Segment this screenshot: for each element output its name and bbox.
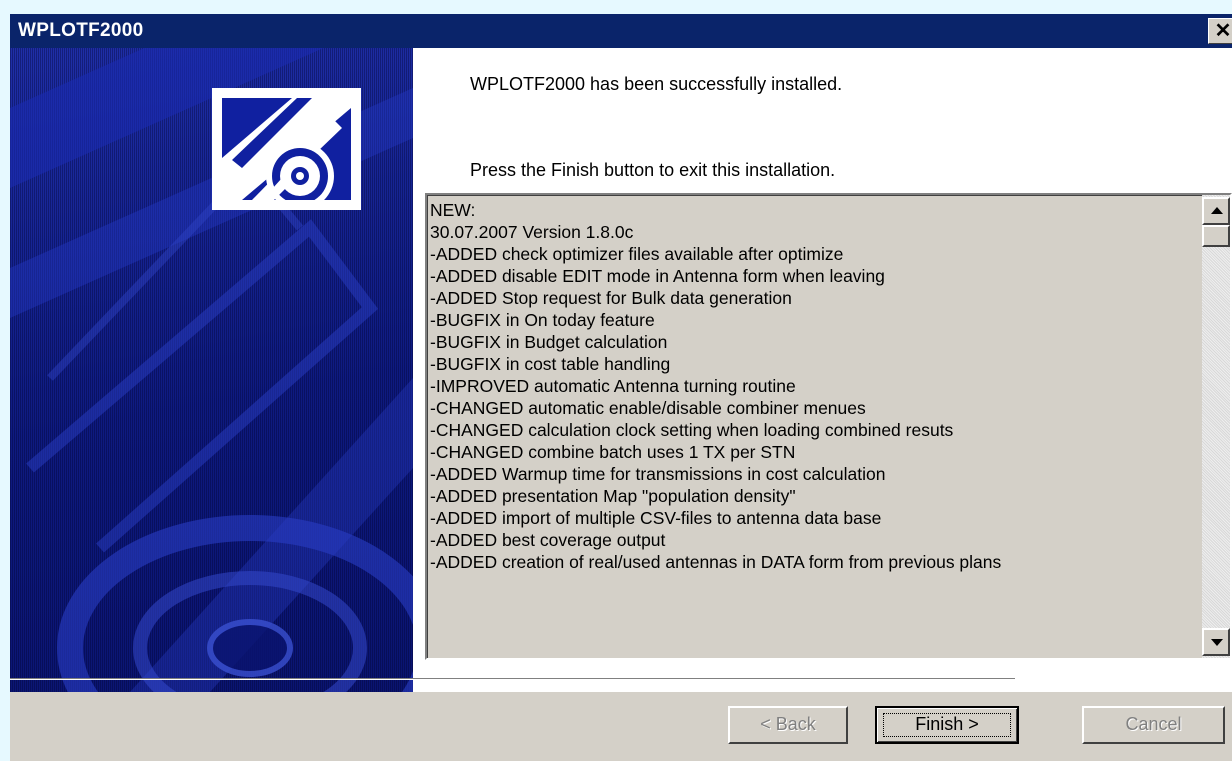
finish-button[interactable]: Finish > [875,706,1019,744]
installer-window: WPLOTF2000 ✕ WPLOTF2000 has been success… [10,14,1232,761]
button-area-divider [10,678,1015,680]
release-notes-text: NEW: 30.07.2007 Version 1.8.0c -ADDED ch… [430,199,1180,573]
close-button[interactable]: ✕ [1208,18,1232,44]
release-note-line: -ADDED best coverage output [430,530,666,550]
release-note-line: -BUGFIX in cost table handling [430,354,671,374]
release-note-line: 30.07.2007 Version 1.8.0c [430,222,634,242]
release-note-line: -ADDED Stop request for Bulk data genera… [430,288,792,308]
release-note-line: -BUGFIX in On today feature [430,310,655,330]
window-title: WPLOTF2000 [18,20,144,41]
install-success-message: WPLOTF2000 has been successfully install… [470,74,843,94]
finish-button-label: Finish > [915,714,979,734]
release-note-line: -ADDED Warmup time for transmissions in … [430,464,886,484]
release-notes-textbox[interactable]: NEW: 30.07.2007 Version 1.8.0c -ADDED ch… [425,193,1232,660]
scroll-down-arrow-icon [1211,639,1223,646]
back-button-label: < Back [760,714,816,734]
release-note-line: NEW: [430,200,476,220]
release-notes-scrollbar[interactable] [1202,195,1230,658]
cancel-button[interactable]: Cancel [1082,706,1225,744]
scroll-down-button[interactable] [1202,628,1230,656]
release-note-line: -BUGFIX in Budget calculation [430,332,668,352]
content-panel: WPLOTF2000 has been successfully install… [413,48,1232,692]
back-button[interactable]: < Back [728,706,848,744]
scroll-up-arrow-icon [1211,207,1223,214]
scroll-up-button[interactable] [1202,197,1230,225]
cancel-button-label: Cancel [1125,714,1182,734]
release-note-line: -ADDED check optimizer files available a… [430,244,844,264]
release-note-line: -ADDED creation of real/used antennas in… [430,552,1002,572]
installer-cd-logo-icon [212,88,361,210]
release-note-line: -ADDED disable EDIT mode in Antenna form… [430,266,885,286]
release-note-line: -IMPROVED automatic Antenna turning rout… [430,376,796,396]
scroll-thumb[interactable] [1202,225,1230,247]
installer-side-graphic [10,48,413,692]
close-icon: ✕ [1214,20,1232,42]
finish-instruction-message: Press the Finish button to exit this ins… [470,160,836,180]
release-note-line: -CHANGED calculation clock setting when … [430,420,954,440]
title-bar[interactable]: WPLOTF2000 ✕ [10,14,1232,48]
release-note-line: -ADDED presentation Map "population dens… [430,486,796,506]
release-note-line: -ADDED import of multiple CSV-files to a… [430,508,882,528]
release-note-line: -CHANGED combine batch uses 1 TX per STN [430,442,796,462]
release-note-line: -CHANGED automatic enable/disable combin… [430,398,866,418]
